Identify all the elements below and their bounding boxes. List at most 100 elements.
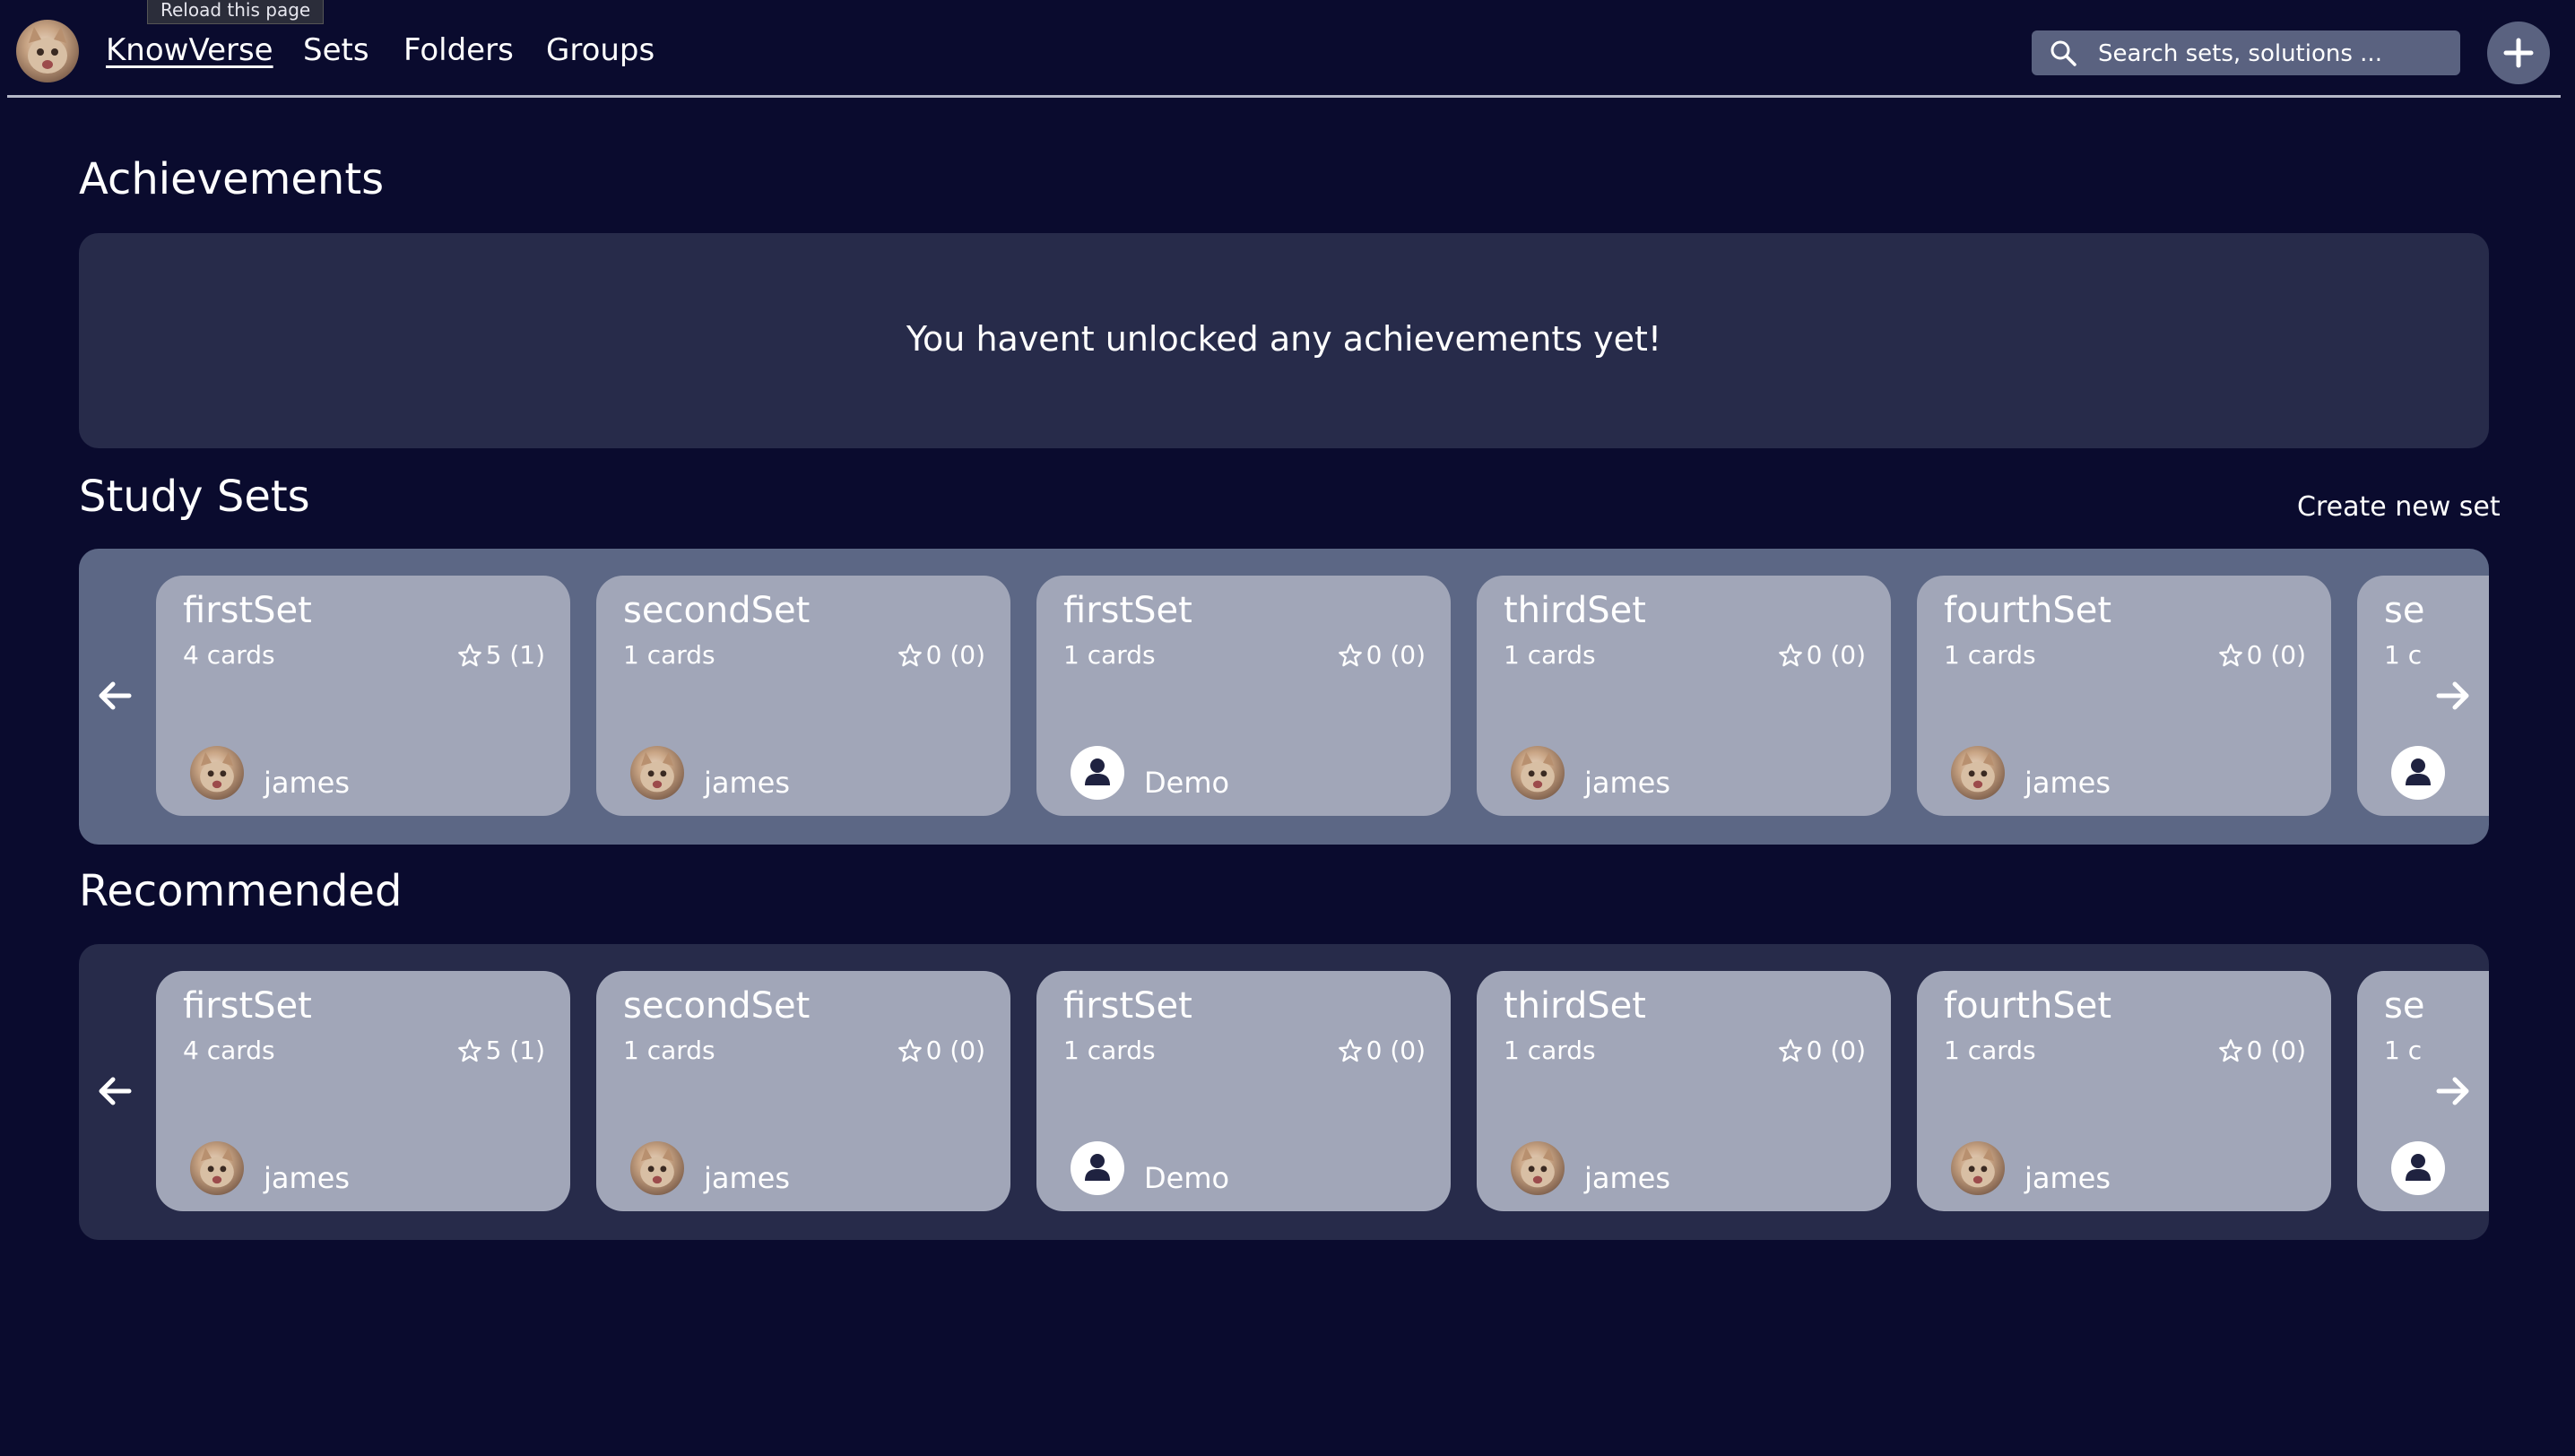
- author-avatar: [1071, 746, 1124, 800]
- cat-avatar-icon: [200, 1147, 234, 1188]
- set-card-title: thirdSet: [1504, 590, 1646, 631]
- achievements-panel: You havent unlocked any achievements yet…: [79, 233, 2489, 448]
- set-card-count: 1 c: [2384, 640, 2423, 670]
- recommended-carousel: firstSet 4 cards 5 (1) james secondSet 1 card…: [79, 944, 2489, 1240]
- set-card-title: firstSet: [1063, 590, 1192, 631]
- set-card[interactable]: secondSet 1 cards 0 (0) james: [596, 576, 1010, 816]
- achievements-empty-message: You havent unlocked any achievements yet…: [906, 319, 1662, 359]
- add-button[interactable]: [2487, 22, 2550, 84]
- set-card-rating: 0 (0): [1338, 1036, 1426, 1065]
- set-card-count: 1 cards: [1063, 640, 1156, 670]
- user-avatar[interactable]: [16, 20, 79, 82]
- author-avatar: [190, 746, 244, 800]
- achievements-title: Achievements: [79, 154, 385, 204]
- set-card[interactable]: firstSet 4 cards 5 (1) james: [156, 971, 570, 1211]
- cat-avatar-icon: [640, 1147, 674, 1188]
- set-card-rating-value: 5 (1): [485, 1036, 545, 1065]
- nav-link-groups[interactable]: Groups: [546, 32, 655, 68]
- nav-link-sets[interactable]: Sets: [303, 32, 369, 68]
- arrow-left-icon[interactable]: [95, 1071, 134, 1111]
- set-card[interactable]: thirdSet 1 cards 0 (0) james: [1477, 576, 1891, 816]
- cat-avatar-icon: [1961, 751, 1995, 793]
- author-avatar: [2391, 1141, 2445, 1195]
- set-card-rating-value: 0 (0): [2246, 640, 2306, 670]
- star-icon: [1778, 643, 1802, 666]
- set-card-rating: 0 (0): [1778, 1036, 1866, 1065]
- author-avatar: [1511, 1141, 1565, 1195]
- set-card-title: se: [2384, 590, 2425, 631]
- cat-avatar-icon: [1961, 1147, 1995, 1188]
- person-icon: [2406, 1154, 2431, 1181]
- author-avatar: [2391, 746, 2445, 800]
- arrow-right-icon[interactable]: [2433, 676, 2473, 715]
- set-card[interactable]: secondSet 1 cards 0 (0) james: [596, 971, 1010, 1211]
- set-card-author: james: [2024, 766, 2111, 800]
- set-card[interactable]: firstSet 1 cards 0 (0) Demo: [1036, 576, 1451, 816]
- set-card-rating: 0 (0): [2218, 640, 2306, 670]
- set-card-author: james: [704, 1161, 791, 1195]
- set-card-title: secondSet: [623, 985, 811, 1027]
- cat-avatar-icon: [1521, 751, 1555, 793]
- author-avatar: [1951, 1141, 2005, 1195]
- person-icon: [1085, 758, 1110, 785]
- set-card-title: secondSet: [623, 590, 811, 631]
- set-card-rating: 0 (0): [1338, 640, 1426, 670]
- set-card-count: 1 cards: [1504, 640, 1596, 670]
- set-card-count: 4 cards: [183, 640, 275, 670]
- study-sets-carousel: firstSet 4 cards 5 (1) james secondSet 1 card…: [79, 549, 2489, 845]
- set-card-rating-value: 0 (0): [1806, 640, 1866, 670]
- study-sets-track: firstSet 4 cards 5 (1) james secondSet 1 card…: [156, 576, 2489, 818]
- author-avatar: [1951, 746, 2005, 800]
- set-card-rating-value: 0 (0): [925, 1036, 985, 1065]
- search-box[interactable]: [2032, 30, 2460, 75]
- set-card-rating: 0 (0): [1778, 640, 1866, 670]
- study-sets-title: Study Sets: [79, 472, 310, 522]
- nav-link-folders[interactable]: Folders: [403, 32, 514, 68]
- set-card-author: james: [264, 766, 351, 800]
- set-card-title: firstSet: [183, 590, 312, 631]
- set-card-title: fourthSet: [1944, 590, 2112, 631]
- author-avatar: [630, 1141, 684, 1195]
- set-card[interactable]: thirdSet 1 cards 0 (0) james: [1477, 971, 1891, 1211]
- set-card-rating-value: 0 (0): [1366, 640, 1426, 670]
- set-card-count: 1 cards: [623, 1036, 715, 1065]
- brand-link[interactable]: KnowVerse: [106, 32, 273, 68]
- set-card-author: james: [1584, 1161, 1671, 1195]
- star-icon: [897, 1038, 922, 1062]
- set-card[interactable]: fourthSet 1 cards 0 (0) james: [1917, 576, 2331, 816]
- star-icon: [2218, 1038, 2242, 1062]
- arrow-left-icon[interactable]: [95, 676, 134, 715]
- star-icon: [2218, 643, 2242, 666]
- set-card-rating: 0 (0): [2218, 1036, 2306, 1065]
- create-new-set-link[interactable]: Create new set: [2297, 491, 2501, 523]
- set-card[interactable]: fourthSet 1 cards 0 (0) james: [1917, 971, 2331, 1211]
- set-card-rating-value: 0 (0): [1366, 1036, 1426, 1065]
- star-icon: [457, 1038, 481, 1062]
- set-card-rating-value: 0 (0): [925, 640, 985, 670]
- set-card-rating-value: 0 (0): [1806, 1036, 1866, 1065]
- set-card-author: james: [2024, 1161, 2111, 1195]
- recommended-track: firstSet 4 cards 5 (1) james secondSet 1 card…: [156, 971, 2489, 1213]
- search-input[interactable]: [2096, 38, 2449, 70]
- cat-avatar-icon: [28, 27, 67, 74]
- author-avatar: [190, 1141, 244, 1195]
- plus-icon: [2503, 38, 2534, 68]
- set-card-rating-value: 0 (0): [2246, 1036, 2306, 1065]
- search-icon: [2050, 40, 2076, 66]
- cat-avatar-icon: [200, 751, 234, 793]
- set-card-author: Demo: [1144, 766, 1230, 800]
- set-card[interactable]: firstSet 1 cards 0 (0) Demo: [1036, 971, 1451, 1211]
- set-card-author: james: [704, 766, 791, 800]
- set-card-title: thirdSet: [1504, 985, 1646, 1027]
- set-card-rating: 0 (0): [897, 1036, 985, 1065]
- star-icon: [1338, 1038, 1362, 1062]
- recommended-title: Recommended: [79, 866, 403, 916]
- set-card-author: Demo: [1144, 1161, 1230, 1195]
- set-card[interactable]: firstSet 4 cards 5 (1) james: [156, 576, 570, 816]
- arrow-right-icon[interactable]: [2433, 1071, 2473, 1111]
- set-card-title: se: [2384, 985, 2425, 1027]
- author-avatar: [630, 746, 684, 800]
- top-navbar: KnowVerse Sets Folders Groups: [7, 0, 2561, 98]
- star-icon: [457, 643, 481, 666]
- cat-avatar-icon: [640, 751, 674, 793]
